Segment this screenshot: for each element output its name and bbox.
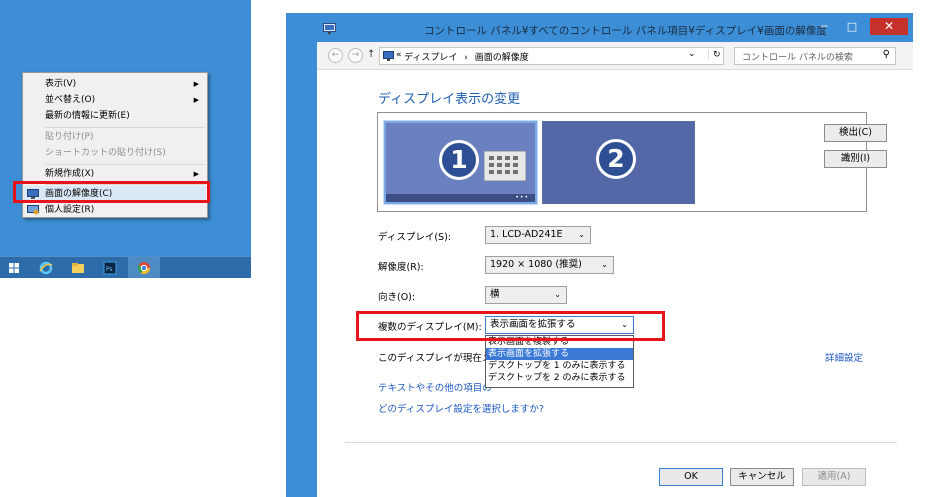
orientation-label: 向き(O):: [378, 292, 416, 303]
back-button[interactable]: ←: [328, 48, 343, 63]
breadcrumb: ディスプレイ › 画面の解像度: [404, 50, 529, 63]
display-select[interactable]: 1. LCD-AD241E ⌄: [485, 226, 591, 244]
address-dropdown-icon[interactable]: ⌄: [688, 49, 696, 59]
address-toolbar: ← → ↑ « ディスプレイ › 画面の解像度 ⌄ ↻ コントロール パネルの検…: [317, 42, 913, 70]
window-client-area: ← → ↑ « ディスプレイ › 画面の解像度 ⌄ ↻ コントロール パネルの検…: [317, 42, 913, 497]
window-title: コントロール パネル¥すべてのコントロール パネル項目¥ディスプレイ¥画面の解像…: [424, 25, 827, 37]
submenu-arrow-icon: ▶: [193, 80, 199, 88]
submenu-arrow-icon: ▶: [193, 170, 199, 178]
menu-separator: [45, 164, 205, 165]
menu-item-paste-shortcut-label: ショートカットの貼り付け(S): [45, 148, 166, 158]
monitor-2[interactable]: 2: [542, 121, 695, 204]
resolution-select-value: 1920 × 1080 (推奨): [490, 259, 582, 270]
page-title: ディスプレイ表示の変更: [378, 92, 521, 107]
cancel-button[interactable]: キャンセル: [730, 468, 794, 486]
monitor-1-taskbar: [386, 194, 535, 202]
monitor-1[interactable]: 1 •••: [384, 121, 537, 204]
highlight-box-screen-resolution: [13, 181, 210, 203]
highlight-box-multiple-displays: [356, 311, 665, 341]
menu-item-view[interactable]: 表示(V) ▶: [24, 76, 206, 92]
monitor-1-dots: •••: [515, 194, 529, 201]
monitor-icon: [383, 51, 394, 61]
menu-item-sort-label: 並べ替え(O): [45, 95, 96, 105]
screen-resolution-window: コントロール パネル¥すべてのコントロール パネル項目¥ディスプレイ¥画面の解像…: [286, 13, 913, 497]
svg-text:Ps: Ps: [106, 266, 113, 273]
resolution-label: 解像度(R):: [378, 262, 424, 273]
menu-item-paste-label: 貼り付け(P): [45, 132, 94, 142]
control-panel-icon: [323, 23, 336, 34]
breadcrumb-display[interactable]: ディスプレイ: [404, 53, 457, 63]
menu-item-sort[interactable]: 並べ替え(O) ▶: [24, 92, 206, 108]
photoshop-icon[interactable]: Ps: [102, 260, 118, 276]
dropdown-option-extend[interactable]: 表示画面を拡張する: [486, 348, 633, 360]
identify-button[interactable]: 識別(I): [824, 150, 887, 168]
dropdown-option-only-2[interactable]: デスクトップを 2 のみに表示する: [486, 372, 633, 384]
detect-button[interactable]: 検出(C): [824, 124, 887, 142]
footer-divider: [345, 442, 897, 443]
taskbar: Ps: [0, 256, 251, 278]
menu-separator: [45, 127, 205, 128]
internet-explorer-icon[interactable]: [38, 260, 54, 276]
menu-item-new-label: 新規作成(X): [45, 169, 95, 179]
orientation-select-value: 横: [490, 289, 500, 300]
taskbar-grid-icon: [484, 151, 526, 181]
file-explorer-icon[interactable]: [70, 260, 86, 276]
maximize-button[interactable]: □: [841, 18, 863, 35]
multiple-displays-dropdown-list: 表示画面を複製する 表示画面を拡張する デスクトップを 1 のみに表示する デス…: [485, 335, 634, 388]
menu-item-paste[interactable]: 貼り付け(P): [24, 129, 206, 145]
menu-item-paste-shortcut[interactable]: ショートカットの貼り付け(S): [24, 145, 206, 161]
orientation-select[interactable]: 横 ⌄: [485, 286, 567, 304]
desktop-background: 表示(V) ▶ 並べ替え(O) ▶ 最新の情報に更新(E) 貼り付け(P) ショ…: [0, 0, 251, 278]
menu-item-personalize-label: 個人設定(R): [45, 205, 95, 215]
monitor-arrangement-area: 1 ••• 2 検出(C) 識別(I): [377, 112, 887, 212]
monitor-2-number: 2: [596, 139, 636, 179]
display-label: ディスプレイ(S):: [378, 232, 451, 243]
forward-button[interactable]: →: [348, 48, 363, 63]
chrome-icon[interactable]: [136, 260, 152, 276]
address-field[interactable]: « ディスプレイ › 画面の解像度 ⌄ ↻: [379, 47, 724, 65]
advanced-settings-link[interactable]: 詳細設定: [825, 350, 863, 364]
address-prefix: «: [396, 50, 402, 60]
menu-item-personalize[interactable]: 個人設定(R): [24, 202, 206, 218]
breadcrumb-screen-resolution[interactable]: 画面の解像度: [475, 53, 529, 63]
apply-button[interactable]: 適用(A): [802, 468, 866, 486]
submenu-arrow-icon: ▶: [193, 96, 199, 104]
chevron-down-icon: ⌄: [601, 260, 608, 269]
menu-item-refresh-label: 最新の情報に更新(E): [45, 111, 130, 121]
display-select-value: 1. LCD-AD241E: [490, 229, 563, 240]
minimize-button[interactable]: ─: [813, 18, 835, 35]
breadcrumb-separator: ›: [464, 53, 468, 63]
chevron-down-icon: ⌄: [578, 230, 585, 239]
ok-button[interactable]: OK: [659, 468, 723, 486]
monitor-1-number: 1: [439, 140, 479, 180]
up-button[interactable]: ↑: [367, 49, 375, 60]
chevron-down-icon: ⌄: [554, 290, 561, 299]
search-input[interactable]: コントロール パネルの検索 ⚲: [734, 47, 896, 65]
search-icon[interactable]: ⚲: [883, 49, 890, 60]
text-size-link[interactable]: テキストやその他の項目の: [378, 380, 492, 394]
resolution-select[interactable]: 1920 × 1080 (推奨) ⌄: [485, 256, 614, 274]
search-placeholder: コントロール パネルの検索: [742, 53, 853, 63]
close-button[interactable]: ✕: [870, 18, 908, 35]
menu-item-view-label: 表示(V): [45, 79, 77, 89]
refresh-icon[interactable]: ↻: [708, 50, 721, 60]
menu-item-refresh[interactable]: 最新の情報に更新(E): [24, 108, 206, 124]
current-display-text: このディスプレイが現在メイ: [378, 353, 501, 364]
windows-start-icon[interactable]: [6, 260, 22, 276]
personalize-icon: [27, 205, 39, 215]
dropdown-option-only-1[interactable]: デスクトップを 1 のみに表示する: [486, 360, 633, 372]
menu-item-new[interactable]: 新規作成(X) ▶: [24, 166, 206, 182]
which-display-settings-link[interactable]: どのディスプレイ設定を選択しますか?: [378, 401, 544, 415]
